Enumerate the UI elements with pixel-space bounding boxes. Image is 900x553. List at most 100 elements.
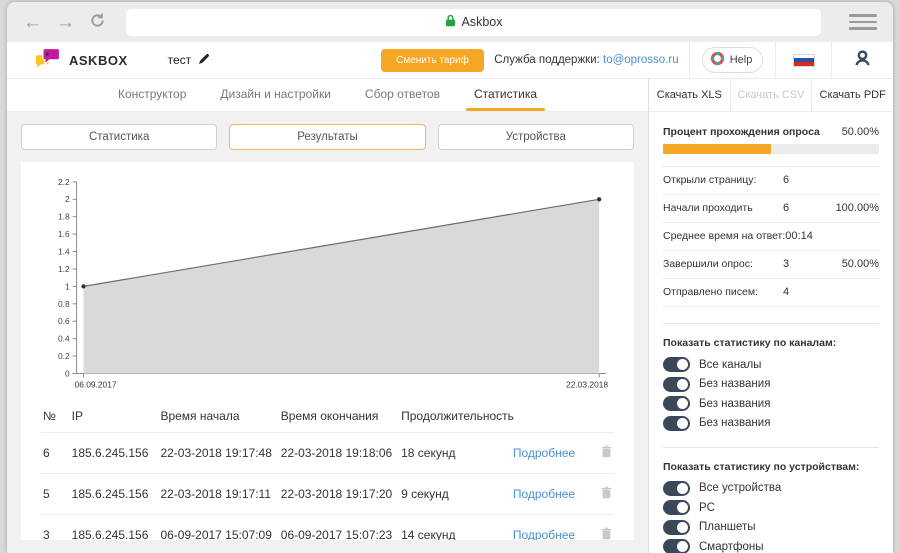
stat-row: Завершили опрос:350.00% xyxy=(663,251,879,279)
trash-icon[interactable] xyxy=(601,486,612,502)
stat-row: Отправлено писем:4 xyxy=(663,279,879,307)
table-header-cell: Время окончания xyxy=(279,399,399,433)
menu-icon[interactable] xyxy=(849,14,877,30)
table-header-cell: № xyxy=(41,399,70,433)
responses-table: №IPВремя началаВремя окончанияПродолжите… xyxy=(41,399,614,540)
askbox-logo[interactable]: ASKBOX xyxy=(7,47,138,74)
table-row: 6185.6.245.15622-03-2018 19:17:4822-03-2… xyxy=(41,433,614,474)
stat-label: Начали проходить xyxy=(663,202,783,214)
toggle-knob xyxy=(677,398,688,409)
toggle-switch[interactable] xyxy=(663,500,690,515)
nav-tabs: Конструктор Дизайн и настройки Сбор ответо… xyxy=(7,79,648,112)
toggle-switch[interactable] xyxy=(663,481,690,496)
download-button[interactable]: Скачать XLS xyxy=(649,79,730,111)
svg-text:0.2: 0.2 xyxy=(58,351,70,361)
section-title: Показать статистику по каналам: xyxy=(663,337,879,349)
stat-value: 3 xyxy=(783,258,829,270)
support-label: Служба поддержки: xyxy=(494,54,600,66)
change-plan-button[interactable]: Сменить тариф xyxy=(381,49,484,72)
language-flag-button[interactable] xyxy=(775,42,831,78)
download-button[interactable]: Скачать CSV xyxy=(730,79,812,111)
logo-text: ASKBOX xyxy=(69,53,128,68)
results-panel: 00.20.40.60.811.21.41.61.822.206.09.2017… xyxy=(21,162,634,540)
cell-num: 6 xyxy=(41,433,70,474)
browser-chrome: ← → Askbox xyxy=(7,2,893,42)
section-divider xyxy=(663,323,879,324)
toggle-switch[interactable] xyxy=(663,520,690,535)
russian-flag-icon xyxy=(793,54,815,67)
cell-details: Подробнее xyxy=(511,433,588,474)
stat-row: Начали проходить6100.00% xyxy=(663,195,879,223)
download-buttons: Скачать XLSСкачать CSVСкачать PDF xyxy=(649,79,893,112)
stat-value: 00:14 xyxy=(785,230,830,242)
view-tab-button[interactable]: Статистика xyxy=(21,124,217,150)
svg-text:1.2: 1.2 xyxy=(58,264,70,274)
tab-дизайн-и-настройки[interactable]: Дизайн и настройки xyxy=(218,87,333,111)
stat-label: Отправлено писем: xyxy=(663,286,783,298)
toggle-label: Без названия xyxy=(699,378,770,390)
cell-start: 22-03-2018 19:17:48 xyxy=(158,433,278,474)
toggle-label: Все устройства xyxy=(699,482,781,494)
tab-сбор-ответов[interactable]: Сбор ответов xyxy=(363,87,442,111)
details-link[interactable]: Подробнее xyxy=(513,446,575,460)
cell-start: 22-03-2018 19:17:11 xyxy=(158,474,278,515)
progress-bar-fill xyxy=(663,144,771,154)
stat-percent: 100.00% xyxy=(829,202,879,214)
toggle-row: Все каналы xyxy=(663,357,879,372)
cell-end: 22-03-2018 19:18:06 xyxy=(279,433,399,474)
details-link[interactable]: Подробнее xyxy=(513,528,575,540)
results-chart: 00.20.40.60.811.21.41.61.822.206.09.2017… xyxy=(41,170,614,391)
stat-label: Завершили опрос: xyxy=(663,258,783,270)
toggle-knob xyxy=(677,541,688,552)
cell-details: Подробнее xyxy=(511,515,588,540)
svg-text:0.6: 0.6 xyxy=(58,316,70,326)
statistics-main: СтатистикаРезультатыУстройства 00.20.40.… xyxy=(7,112,648,553)
toggle-row: Без названия xyxy=(663,396,879,411)
cell-end: 06-09-2017 15:07:23 xyxy=(279,515,399,540)
toggle-row: Все устройства xyxy=(663,481,879,496)
back-arrow-icon[interactable]: ← xyxy=(23,13,42,32)
stat-label: Среднее время на ответ: xyxy=(663,230,785,242)
support-email-link[interactable]: to@oprosso.ru xyxy=(603,54,679,66)
details-link[interactable]: Подробнее xyxy=(513,487,575,501)
help-label: Help xyxy=(730,54,753,66)
table-header-cell: IP xyxy=(70,399,159,433)
toggle-switch[interactable] xyxy=(663,377,690,392)
table-body: 6185.6.245.15622-03-2018 19:17:4822-03-2… xyxy=(41,433,614,540)
progress-value: 50.00% xyxy=(842,126,879,138)
toggle-label: Смартфоны xyxy=(699,541,764,553)
stat-value: 6 xyxy=(783,174,829,186)
forward-arrow-icon[interactable]: → xyxy=(56,13,75,32)
view-tab-button[interactable]: Устройства xyxy=(438,124,634,150)
trash-icon[interactable] xyxy=(601,527,612,540)
svg-text:1: 1 xyxy=(65,281,70,291)
help-button[interactable]: Help xyxy=(689,42,775,78)
view-tab-button[interactable]: Результаты xyxy=(229,124,425,150)
toggle-switch[interactable] xyxy=(663,416,690,431)
address-bar[interactable]: Askbox xyxy=(126,9,821,36)
stat-value: 4 xyxy=(783,286,829,298)
user-account-button[interactable] xyxy=(831,42,893,78)
refresh-icon[interactable] xyxy=(89,12,106,33)
survey-name: тест xyxy=(168,53,192,67)
toggle-switch[interactable] xyxy=(663,396,690,411)
stat-row: Открыли страницу:6 xyxy=(663,167,879,195)
toggle-knob xyxy=(677,483,688,494)
app-header: ASKBOX тест Сменить тариф Служба поддерж… xyxy=(7,42,893,79)
edit-pencil-icon[interactable] xyxy=(198,53,210,68)
toggle-switch[interactable] xyxy=(663,539,690,553)
lifebuoy-icon xyxy=(710,51,725,69)
tab-конструктор[interactable]: Конструктор xyxy=(116,87,188,111)
toggle-knob xyxy=(677,418,688,429)
tab-статистика[interactable]: Статистика xyxy=(472,87,539,111)
toggle-switch[interactable] xyxy=(663,357,690,372)
cell-ip: 185.6.245.156 xyxy=(70,474,159,515)
toggle-label: Планшеты xyxy=(699,521,756,533)
support-text: Служба поддержки: to@oprosso.ru xyxy=(484,54,689,66)
toggle-row: Без названия xyxy=(663,416,879,431)
trash-icon[interactable] xyxy=(601,445,612,461)
svg-text:2.2: 2.2 xyxy=(58,177,70,187)
download-button[interactable]: Скачать PDF xyxy=(811,79,893,111)
section-divider xyxy=(663,447,879,448)
lock-icon xyxy=(445,14,456,30)
